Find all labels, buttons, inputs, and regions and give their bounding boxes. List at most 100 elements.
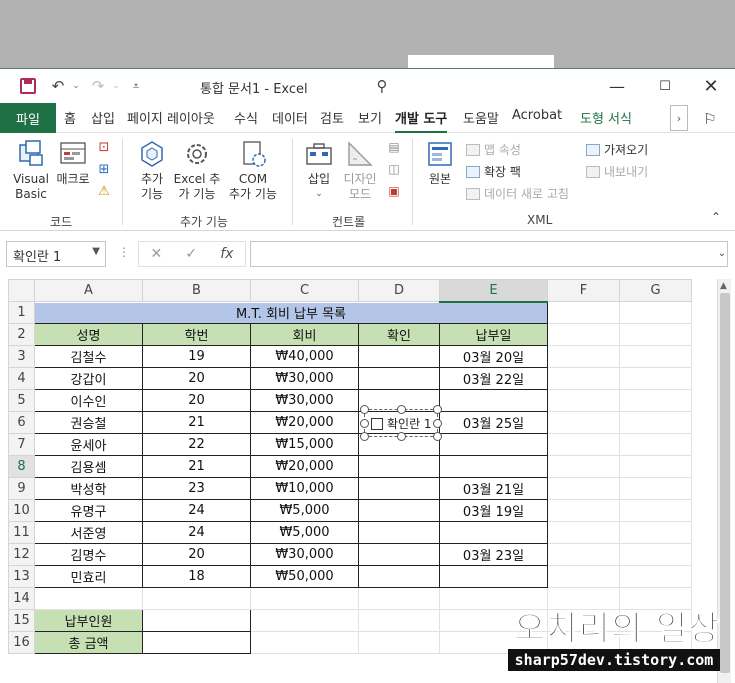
undo-icon[interactable]: ↶ [48,76,68,96]
table-title[interactable]: M.T. 회비 납부 목록 [34,301,548,324]
refresh-data-button[interactable]: 데이터 새로 고침 [466,185,569,202]
student-id-cell[interactable]: 24 [142,499,251,522]
cell[interactable] [547,301,620,324]
cell[interactable] [547,543,620,566]
cell[interactable] [619,565,692,588]
header-cell[interactable]: 학번 [142,323,251,346]
cell[interactable] [250,631,359,654]
collapse-ribbon-icon[interactable]: ⌃ [706,207,726,227]
tab-scroll-right-icon[interactable]: › [670,105,688,131]
cell[interactable] [547,433,620,456]
payment-date-cell[interactable]: 03월 22일 [439,367,548,390]
confirm-cell[interactable] [358,565,440,588]
cell[interactable] [358,631,440,654]
column-header[interactable]: A [34,279,143,302]
cell[interactable] [547,323,620,346]
header-cell[interactable]: 회비 [250,323,359,346]
confirm-cell[interactable] [358,367,440,390]
payment-date-cell[interactable]: 03월 25일 [439,411,548,434]
student-id-cell[interactable]: 22 [142,433,251,456]
chevron-down-icon[interactable]: ▼ [92,246,100,257]
addins-button[interactable]: 추가 기능 [132,139,172,202]
paid-count-cell[interactable] [142,609,251,632]
scroll-up-icon[interactable]: ▲ [720,281,727,291]
row-header[interactable]: 6 [8,411,35,434]
cell[interactable] [619,543,692,566]
fee-cell[interactable]: ₩10,000 [250,477,359,500]
row-header[interactable]: 11 [8,521,35,544]
cell[interactable] [547,367,620,390]
cell[interactable] [619,455,692,478]
column-header[interactable]: C [250,279,359,302]
student-id-cell[interactable]: 21 [142,411,251,434]
name-cell[interactable]: 김철수 [34,345,143,368]
name-cell[interactable]: 김용셈 [34,455,143,478]
cell[interactable] [250,609,359,632]
fee-cell[interactable]: ₩20,000 [250,455,359,478]
tab-shape-format[interactable]: 도형 서식 [580,108,632,127]
tab-help[interactable]: 도움말 [463,108,499,127]
cell[interactable] [547,477,620,500]
total-amount-label[interactable]: 총 금액 [34,631,143,654]
tab-insert[interactable]: 삽입 [91,108,115,127]
cell[interactable] [619,323,692,346]
confirm-cell[interactable] [358,345,440,368]
checkbox[interactable] [371,418,383,430]
student-id-cell[interactable]: 21 [142,455,251,478]
resize-handle[interactable] [360,419,369,428]
student-id-cell[interactable]: 23 [142,477,251,500]
lightbulb-icon[interactable]: ⚐ [700,109,720,129]
redo-icon[interactable]: ↷ [88,76,108,96]
tab-developer[interactable]: 개발 도구 [395,108,448,134]
cell[interactable] [142,587,251,610]
fee-cell[interactable]: ₩5,000 [250,521,359,544]
fee-cell[interactable]: ₩20,000 [250,411,359,434]
confirm-cell[interactable] [358,477,440,500]
column-header[interactable]: D [358,279,440,302]
payment-date-cell[interactable]: 03월 19일 [439,499,548,522]
expand-formula-icon[interactable]: ⌄ [712,243,732,263]
confirm-cell[interactable] [358,499,440,522]
student-id-cell[interactable]: 24 [142,521,251,544]
cell[interactable] [547,345,620,368]
cell[interactable] [619,499,692,522]
select-all-corner[interactable] [8,279,35,302]
name-cell[interactable]: 박성학 [34,477,143,500]
name-cell[interactable]: 이수인 [34,389,143,412]
tab-file[interactable]: 파일 [0,103,56,133]
cell[interactable] [619,433,692,456]
fee-cell[interactable]: ₩30,000 [250,389,359,412]
tab-page-layout[interactable]: 페이지 레이아웃 [127,108,215,127]
cell[interactable] [619,477,692,500]
import-button[interactable]: 가져오기 [586,141,648,158]
row-header[interactable]: 15 [8,609,35,632]
student-id-cell[interactable]: 19 [142,345,251,368]
payment-date-cell[interactable]: 03월 20일 [439,345,548,368]
row-header[interactable]: 16 [8,631,35,654]
column-header-selected[interactable]: E [439,279,548,303]
resize-handle[interactable] [397,432,406,441]
student-id-cell[interactable]: 18 [142,565,251,588]
tab-home[interactable]: 홈 [64,108,76,127]
confirm-cell[interactable] [358,455,440,478]
enter-icon[interactable]: ✓ [185,246,197,262]
cell[interactable] [619,301,692,324]
payment-date-cell[interactable] [439,565,548,588]
total-amount-cell[interactable] [142,631,251,654]
fee-cell[interactable]: ₩40,000 [250,345,359,368]
row-header[interactable]: 14 [8,587,35,610]
fee-cell[interactable]: ₩15,000 [250,433,359,456]
com-addins-button[interactable]: COM 추가 기능 [224,139,282,202]
resize-handle[interactable] [360,405,369,414]
close-icon[interactable]: ✕ [696,73,726,99]
cell[interactable] [619,389,692,412]
cell[interactable] [547,389,620,412]
macro-security-icon[interactable]: ⚠ [94,181,114,201]
save-icon[interactable] [20,78,36,94]
cell[interactable] [619,411,692,434]
cell[interactable] [358,587,440,610]
payment-date-cell[interactable]: 03월 23일 [439,543,548,566]
undo-dropdown-icon[interactable]: ⌄ [66,76,86,96]
row-header[interactable]: 5 [8,389,35,412]
design-mode-button[interactable]: 디자인 모드 [340,139,380,202]
